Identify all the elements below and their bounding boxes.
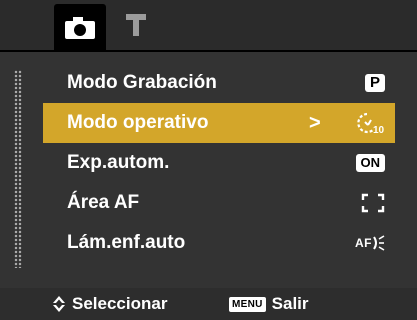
exit-label: Salir <box>271 294 309 313</box>
camera-menu-screen: Modo Grabación P Modo operativo > 10 Exp… <box>0 0 417 320</box>
menu-item-modo-grabacion[interactable]: Modo Grabación P <box>43 63 395 103</box>
menu-item-label: Modo Grabación <box>67 72 217 93</box>
menu-item-area-af[interactable]: Área AF <box>43 183 395 223</box>
on-badge: ON <box>355 154 385 172</box>
program-mode-icon: P <box>365 74 385 92</box>
menu-item-label: Modo operativo <box>67 112 209 133</box>
footer-select-hint: Seleccionar <box>52 288 167 320</box>
menu-item-lam-enf-auto[interactable]: Lám.enf.auto AF <box>43 223 395 263</box>
program-mode-badge: P <box>365 74 385 92</box>
menu-item-label: Área AF <box>67 192 140 213</box>
on-badge-text: ON <box>355 154 385 172</box>
up-down-arrows-icon <box>53 296 65 312</box>
tab-bar <box>0 0 417 52</box>
menu-dotted-rail <box>14 70 22 268</box>
af-assist-lamp-icon: AF <box>355 235 385 251</box>
menu-item-label: Exp.autom. <box>67 152 170 173</box>
footer-exit-hint: MENU Salir <box>229 288 309 320</box>
chevron-right-icon: > <box>309 112 321 134</box>
tab-camera[interactable] <box>54 4 106 50</box>
tab-divider <box>0 50 417 52</box>
af-assist-text: AF <box>355 236 372 250</box>
self-timer-icon: 10 <box>355 111 385 135</box>
wrench-icon <box>126 14 146 36</box>
svg-text:10: 10 <box>373 125 385 135</box>
menu-key-chip: MENU <box>229 296 266 312</box>
tab-setup[interactable] <box>126 14 146 41</box>
menu-list: Modo Grabación P Modo operativo > 10 Exp… <box>43 63 395 263</box>
menu-item-exp-autom[interactable]: Exp.autom. ON <box>43 143 395 183</box>
camera-icon <box>65 17 95 39</box>
af-area-brackets-icon <box>361 193 385 213</box>
select-label: Seleccionar <box>72 294 168 313</box>
menu-item-modo-operativo[interactable]: Modo operativo > 10 <box>43 103 395 143</box>
footer-hint-bar: Seleccionar MENU Salir <box>0 288 417 320</box>
menu-item-label: Lám.enf.auto <box>67 232 186 253</box>
